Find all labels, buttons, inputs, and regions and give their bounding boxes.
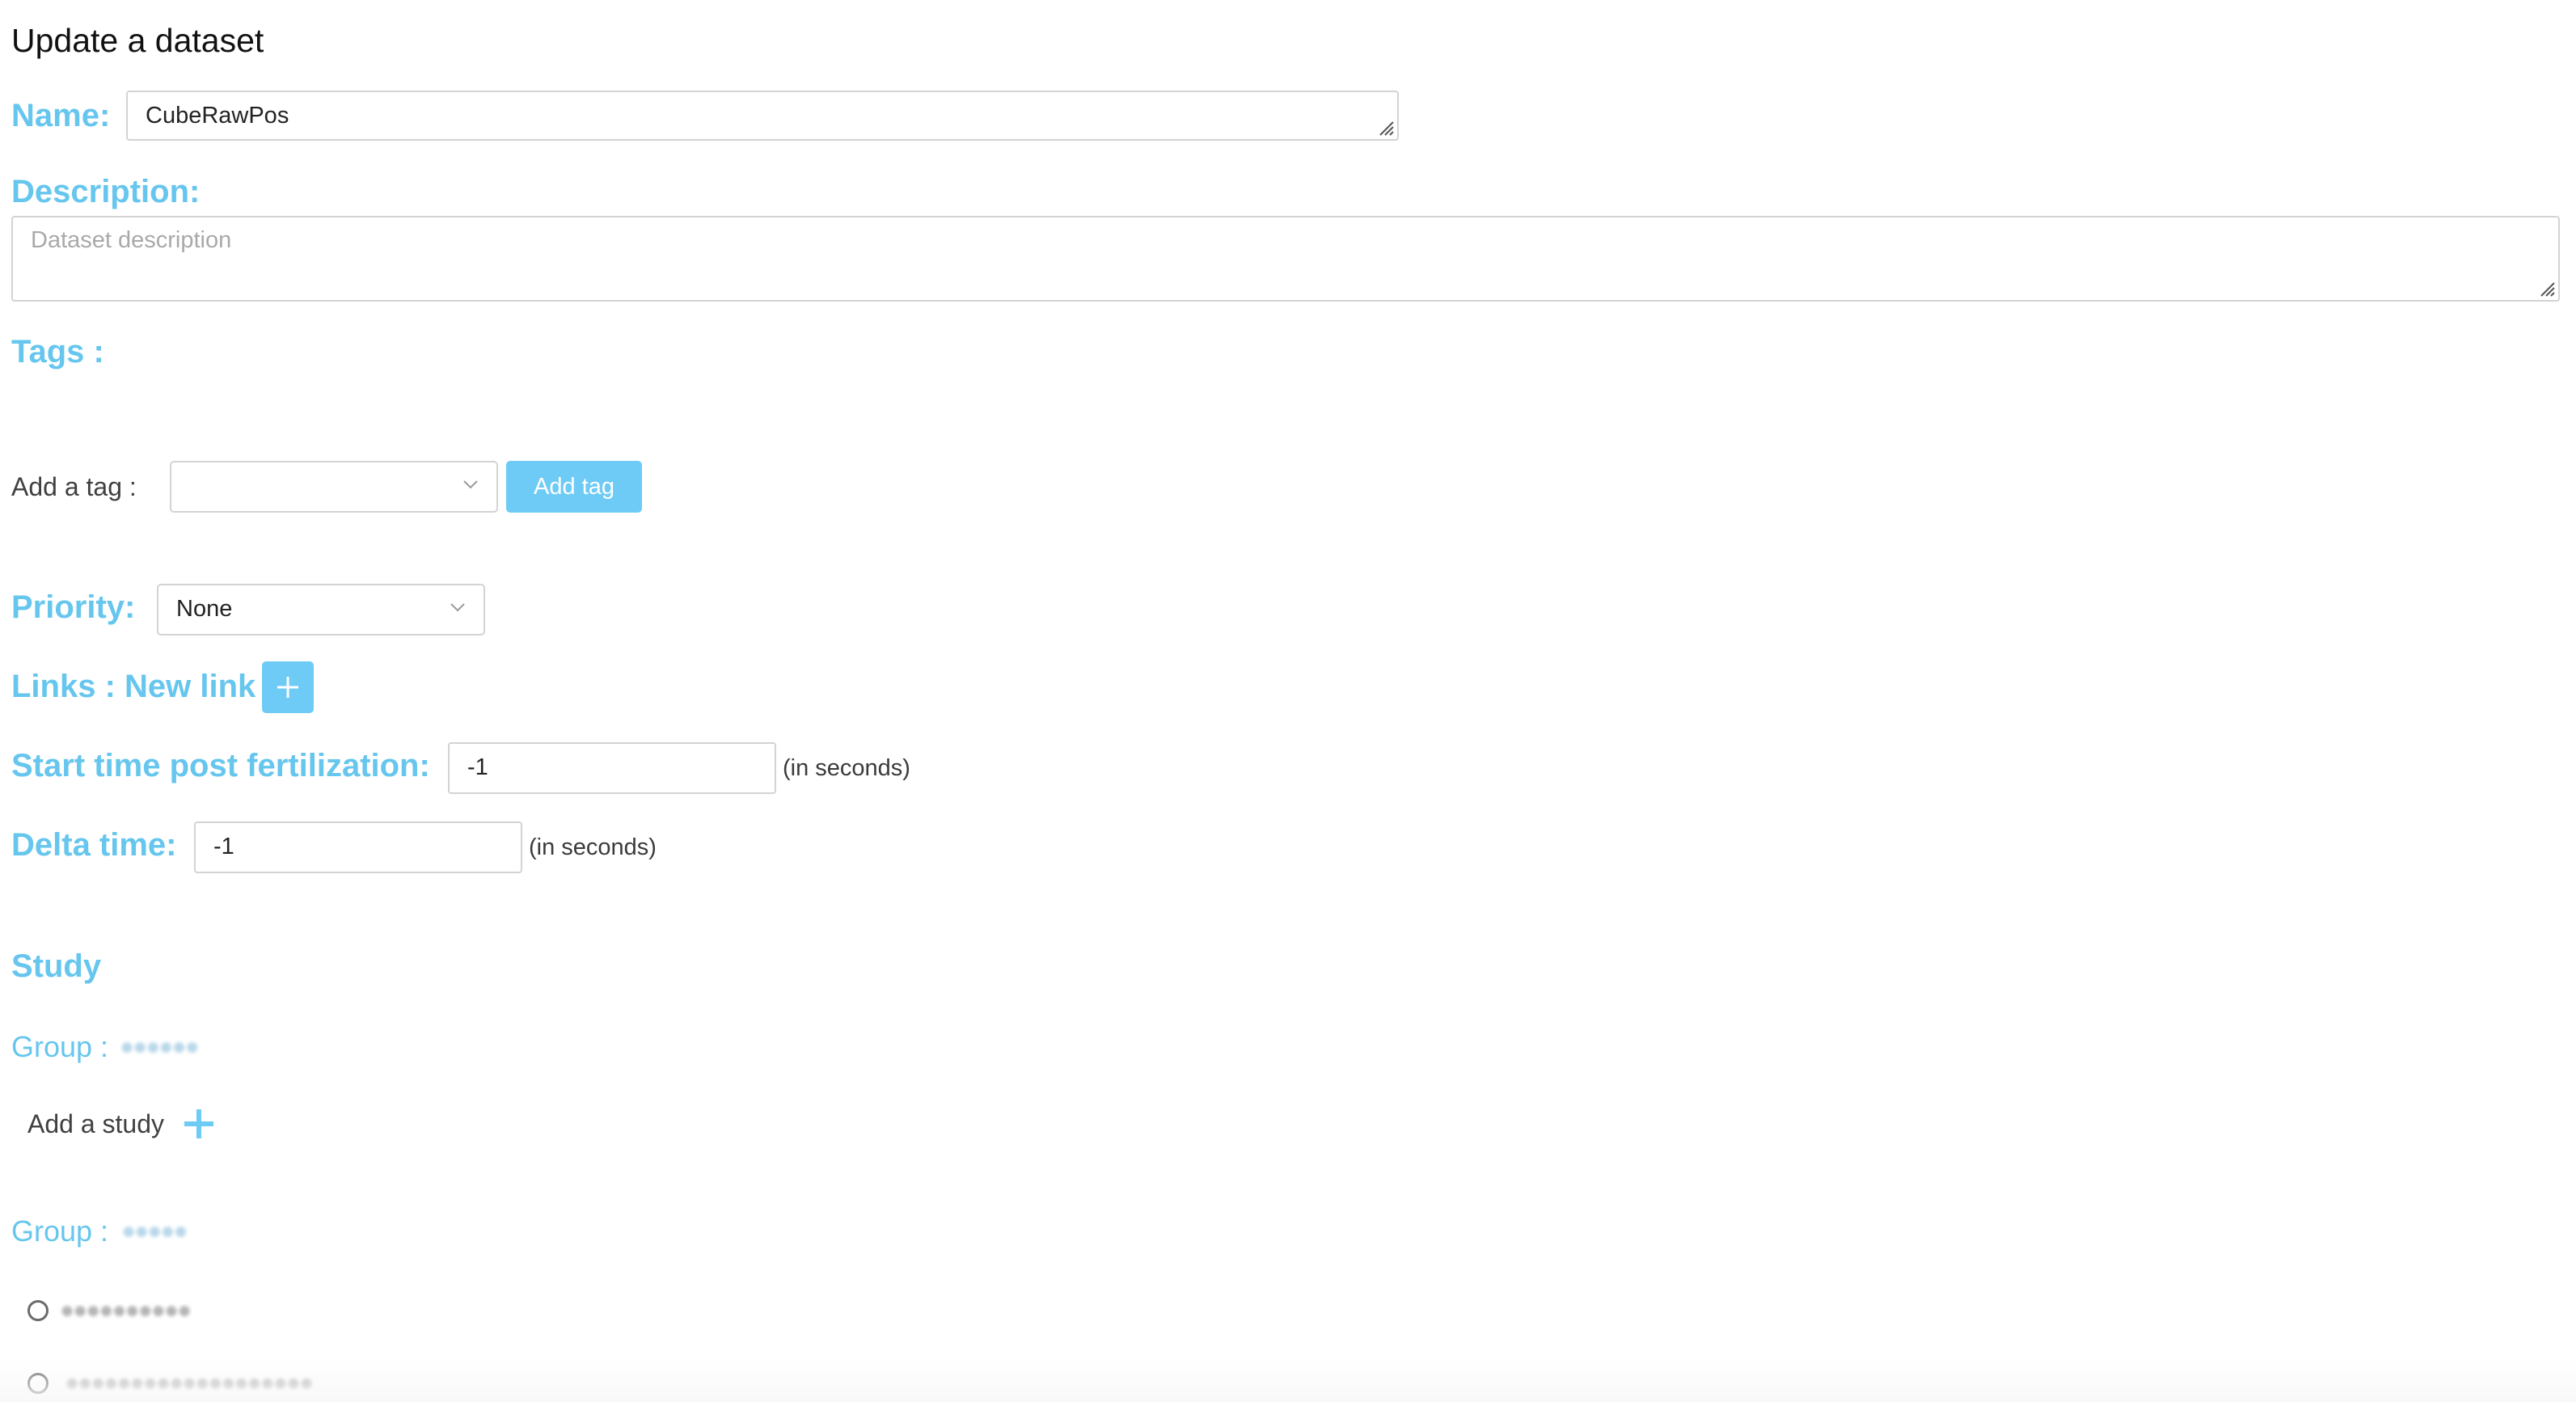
plus-icon [277, 677, 298, 698]
priority-label: Priority: [11, 589, 136, 625]
name-label: Name: [11, 98, 111, 133]
name-field[interactable]: CubeRawPos [126, 91, 1399, 141]
chevron-down-icon [463, 480, 478, 489]
priority-select[interactable]: None [157, 584, 485, 636]
tag-select[interactable] [170, 461, 498, 513]
resize-grip-icon[interactable] [2537, 279, 2555, 297]
description-label: Description: [11, 174, 201, 209]
resize-grip-icon[interactable] [1376, 118, 1394, 136]
description-field[interactable]: Dataset description [11, 216, 2560, 302]
links-label-text: Links : New link [11, 669, 256, 704]
start-time-value: -1 [467, 754, 488, 780]
page-title: Update a dataset [11, 22, 264, 59]
plus-icon [184, 1109, 213, 1138]
scroll-fade [0, 1358, 2576, 1402]
delta-time-input[interactable]: -1 [194, 821, 522, 873]
group-label: Group : [11, 1027, 108, 1067]
group-name-redacted: ●●●●● [121, 1218, 188, 1244]
description-placeholder: Dataset description [31, 227, 232, 253]
tags-label: Tags : [11, 334, 104, 370]
group-label: Group : [11, 1211, 108, 1252]
delta-time-unit: (in seconds) [529, 834, 657, 860]
study-heading: Study [11, 948, 102, 984]
delta-time-value: -1 [213, 834, 234, 859]
add-tag-button[interactable]: Add tag [506, 461, 642, 513]
links-label: Links : New link [11, 666, 255, 707]
name-value: CubeRawPos [146, 103, 289, 129]
start-time-unit: (in seconds) [783, 755, 910, 781]
add-study-button[interactable] [179, 1104, 218, 1143]
priority-select-value: None [176, 596, 233, 622]
add-tag-label: Add a tag : [11, 472, 137, 501]
chevron-down-icon [450, 603, 465, 612]
study-radio[interactable] [27, 1300, 49, 1321]
study-name-redacted: ●●●●●●●●●● [60, 1297, 192, 1324]
group-name-redacted: ●●●●●● [120, 1033, 200, 1060]
delta-time-label: Delta time: [11, 827, 177, 863]
group-label-text: Group : [11, 1030, 109, 1063]
start-time-input[interactable]: -1 [448, 742, 776, 794]
start-time-label: Start time post fertilization: [11, 748, 430, 783]
update-dataset-page: Update a dataset Name: CubeRawPos Descri… [0, 0, 2576, 1402]
new-link-button[interactable] [262, 661, 314, 713]
add-study-label: Add a study [27, 1109, 164, 1138]
group-label-text: Group : [11, 1214, 109, 1248]
